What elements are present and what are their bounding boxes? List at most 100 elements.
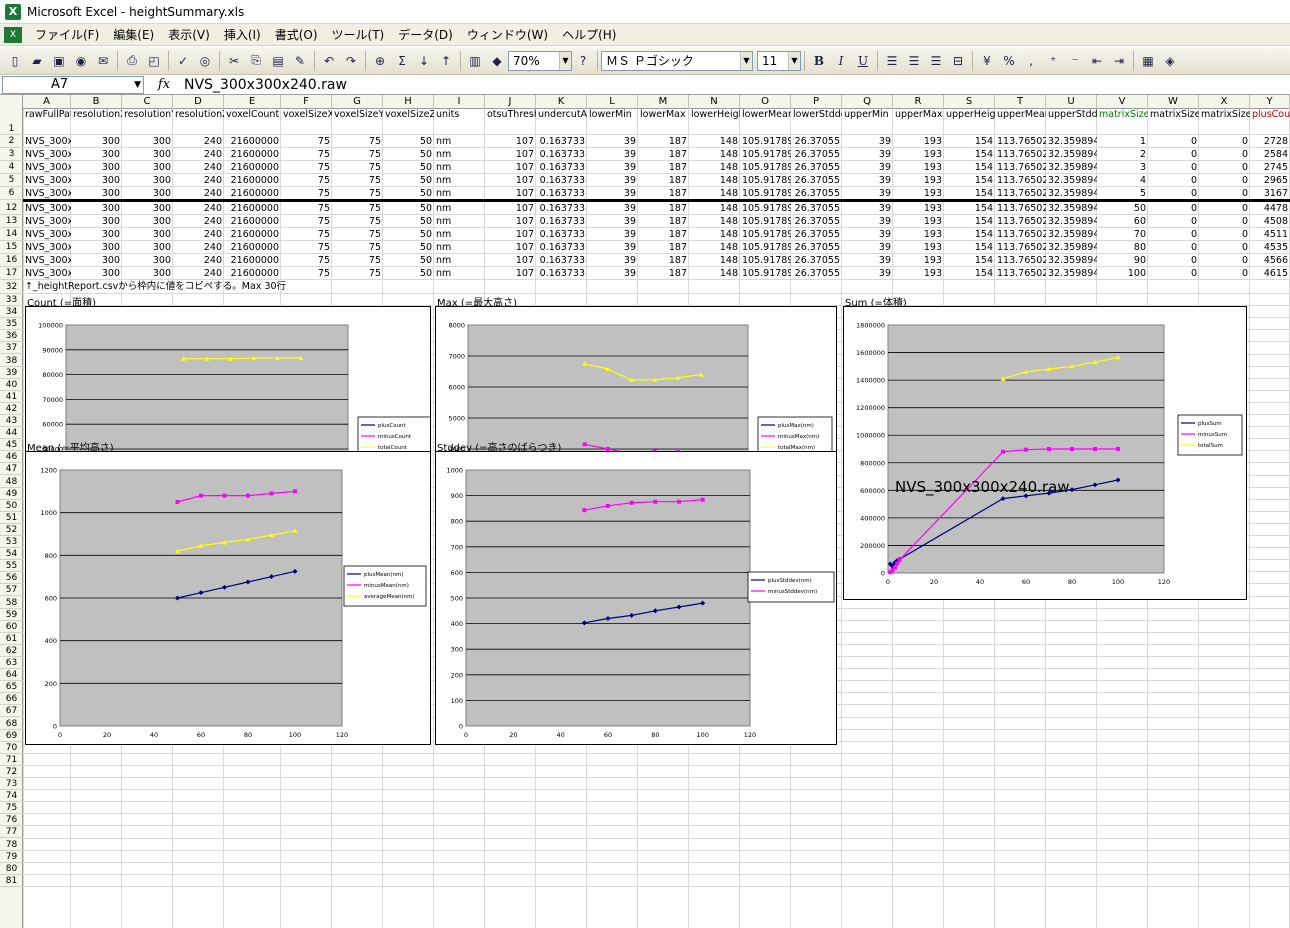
row-header[interactable]: 39 xyxy=(0,367,23,379)
data-cell[interactable]: 26.37055 xyxy=(791,202,842,215)
data-cell[interactable]: 75 xyxy=(332,228,383,241)
data-cell[interactable]: 75 xyxy=(281,215,332,228)
data-cell[interactable]: 0.163733 xyxy=(536,241,587,254)
data-cell[interactable]: 0.163733 xyxy=(536,187,587,200)
data-cell[interactable]: 50 xyxy=(383,174,434,187)
data-cell[interactable]: 148 xyxy=(689,254,740,267)
data-cell[interactable]: 21600000 xyxy=(224,135,281,148)
menu-item-6[interactable]: データ(D) xyxy=(391,25,460,45)
data-cell[interactable]: 0 xyxy=(1199,135,1250,148)
data-cell[interactable]: 240 xyxy=(173,202,224,215)
align-center-icon[interactable]: ☰ xyxy=(904,51,924,71)
chart-object[interactable]: 0 200000 400000 600000 800000 1000000 1200000 1… xyxy=(843,306,1247,600)
row-header[interactable]: 3 xyxy=(0,148,23,161)
data-cell[interactable]: 0 xyxy=(1199,202,1250,215)
data-cell[interactable]: 75 xyxy=(281,161,332,174)
data-cell[interactable]: 300 xyxy=(71,161,122,174)
data-cell[interactable]: 4508 xyxy=(1250,215,1290,228)
filename-label[interactable]: NVS_300x300x240.raw xyxy=(895,478,1070,496)
data-cell[interactable]: 50 xyxy=(383,202,434,215)
data-cell[interactable]: 39 xyxy=(587,174,638,187)
row-header[interactable]: 41 xyxy=(0,391,23,403)
data-cell[interactable]: 70 xyxy=(1097,228,1148,241)
data-cell[interactable]: 26.37055 xyxy=(791,254,842,267)
data-cell[interactable]: 105.91789 xyxy=(740,215,791,228)
data-cell[interactable]: 300 xyxy=(71,174,122,187)
data-cell[interactable]: NVS_300x3 xyxy=(23,187,71,200)
note-cell[interactable]: ↑_heightReport.csvから枠内に値をコピペする。Max 30行 xyxy=(23,280,423,294)
data-cell[interactable]: 300 xyxy=(122,148,173,161)
data-cell[interactable]: 0.163733 xyxy=(536,202,587,215)
data-cell[interactable]: 113.76502 xyxy=(995,267,1046,280)
data-cell[interactable]: 300 xyxy=(122,254,173,267)
data-cell[interactable]: 107 xyxy=(485,215,536,228)
column-header[interactable]: E xyxy=(224,95,281,109)
data-cell[interactable]: 105.91789 xyxy=(740,135,791,148)
select-all-corner[interactable] xyxy=(0,95,23,109)
data-cell[interactable]: 107 xyxy=(485,135,536,148)
sort-ascending-icon[interactable]: ↓ xyxy=(414,51,434,71)
data-cell[interactable]: 75 xyxy=(332,267,383,280)
data-cell[interactable]: 154 xyxy=(944,267,995,280)
data-cell[interactable]: 148 xyxy=(689,148,740,161)
workbook-icon[interactable]: X xyxy=(4,26,22,43)
data-cell[interactable]: 300 xyxy=(71,202,122,215)
data-cell[interactable]: 39 xyxy=(842,148,893,161)
data-cell[interactable]: 187 xyxy=(638,187,689,200)
column-header[interactable]: W xyxy=(1148,95,1199,109)
column-header[interactable]: H xyxy=(383,95,434,109)
data-cell[interactable]: 240 xyxy=(173,174,224,187)
data-cell[interactable]: 75 xyxy=(281,241,332,254)
data-cell[interactable]: 21600000 xyxy=(224,202,281,215)
data-cell[interactable]: 32.359894 xyxy=(1046,267,1097,280)
data-cell[interactable]: 148 xyxy=(689,135,740,148)
data-cell[interactable]: 4 xyxy=(1097,174,1148,187)
row-header[interactable]: 69 xyxy=(0,730,23,742)
data-cell[interactable]: 26.37055 xyxy=(791,187,842,200)
data-cell[interactable]: 39 xyxy=(842,228,893,241)
data-cell[interactable]: 0 xyxy=(1199,267,1250,280)
data-cell[interactable]: 75 xyxy=(281,187,332,200)
data-cell[interactable]: 240 xyxy=(173,241,224,254)
data-cell[interactable]: 2745 xyxy=(1250,161,1290,174)
column-header[interactable]: O xyxy=(740,95,791,109)
row-header[interactable]: 58 xyxy=(0,597,23,609)
header-cell[interactable]: upperMean xyxy=(995,109,1046,135)
formula-input[interactable]: NVS_300x300x240.raw xyxy=(184,77,347,93)
row-header[interactable]: 56 xyxy=(0,572,23,585)
data-cell[interactable]: 90 xyxy=(1097,254,1148,267)
help-icon[interactable]: ? xyxy=(573,51,593,71)
column-header[interactable]: F xyxy=(281,95,332,109)
column-header[interactable]: K xyxy=(536,95,587,109)
column-header[interactable]: V xyxy=(1097,95,1148,109)
data-cell[interactable]: 26.37055 xyxy=(791,135,842,148)
row-header[interactable]: 4 xyxy=(0,161,23,174)
data-cell[interactable]: nm xyxy=(434,135,485,148)
data-cell[interactable]: 32.359894 xyxy=(1046,187,1097,200)
data-cell[interactable]: 75 xyxy=(332,202,383,215)
row-header[interactable]: 2 xyxy=(0,135,23,148)
data-cell[interactable]: 32.359894 xyxy=(1046,228,1097,241)
data-cell[interactable]: 105.91789 xyxy=(740,267,791,280)
row-header[interactable]: 38 xyxy=(0,355,23,367)
data-cell[interactable]: 240 xyxy=(173,215,224,228)
data-cell[interactable]: 193 xyxy=(893,174,944,187)
decrease-indent-icon[interactable]: ⇤ xyxy=(1087,51,1107,71)
merge-center-icon[interactable]: ⊟ xyxy=(948,51,968,71)
data-cell[interactable]: 0 xyxy=(1199,228,1250,241)
data-cell[interactable]: 21600000 xyxy=(224,254,281,267)
data-cell[interactable]: 50 xyxy=(383,267,434,280)
header-cell[interactable]: voxelSizeX xyxy=(281,109,332,135)
header-cell[interactable]: resolutionY xyxy=(122,109,173,135)
data-cell[interactable]: 187 xyxy=(638,202,689,215)
row-header[interactable]: 1 xyxy=(0,109,23,135)
header-cell[interactable]: matrixSize2 xyxy=(1148,109,1199,135)
data-cell[interactable]: 75 xyxy=(281,228,332,241)
data-cell[interactable]: 0.163733 xyxy=(536,161,587,174)
data-cell[interactable]: NVS_300x3 xyxy=(23,267,71,280)
menu-item-8[interactable]: ヘルプ(H) xyxy=(555,25,623,45)
data-cell[interactable]: 80 xyxy=(1097,241,1148,254)
row-header[interactable]: 46 xyxy=(0,451,23,464)
data-cell[interactable]: 107 xyxy=(485,254,536,267)
data-cell[interactable]: 240 xyxy=(173,135,224,148)
